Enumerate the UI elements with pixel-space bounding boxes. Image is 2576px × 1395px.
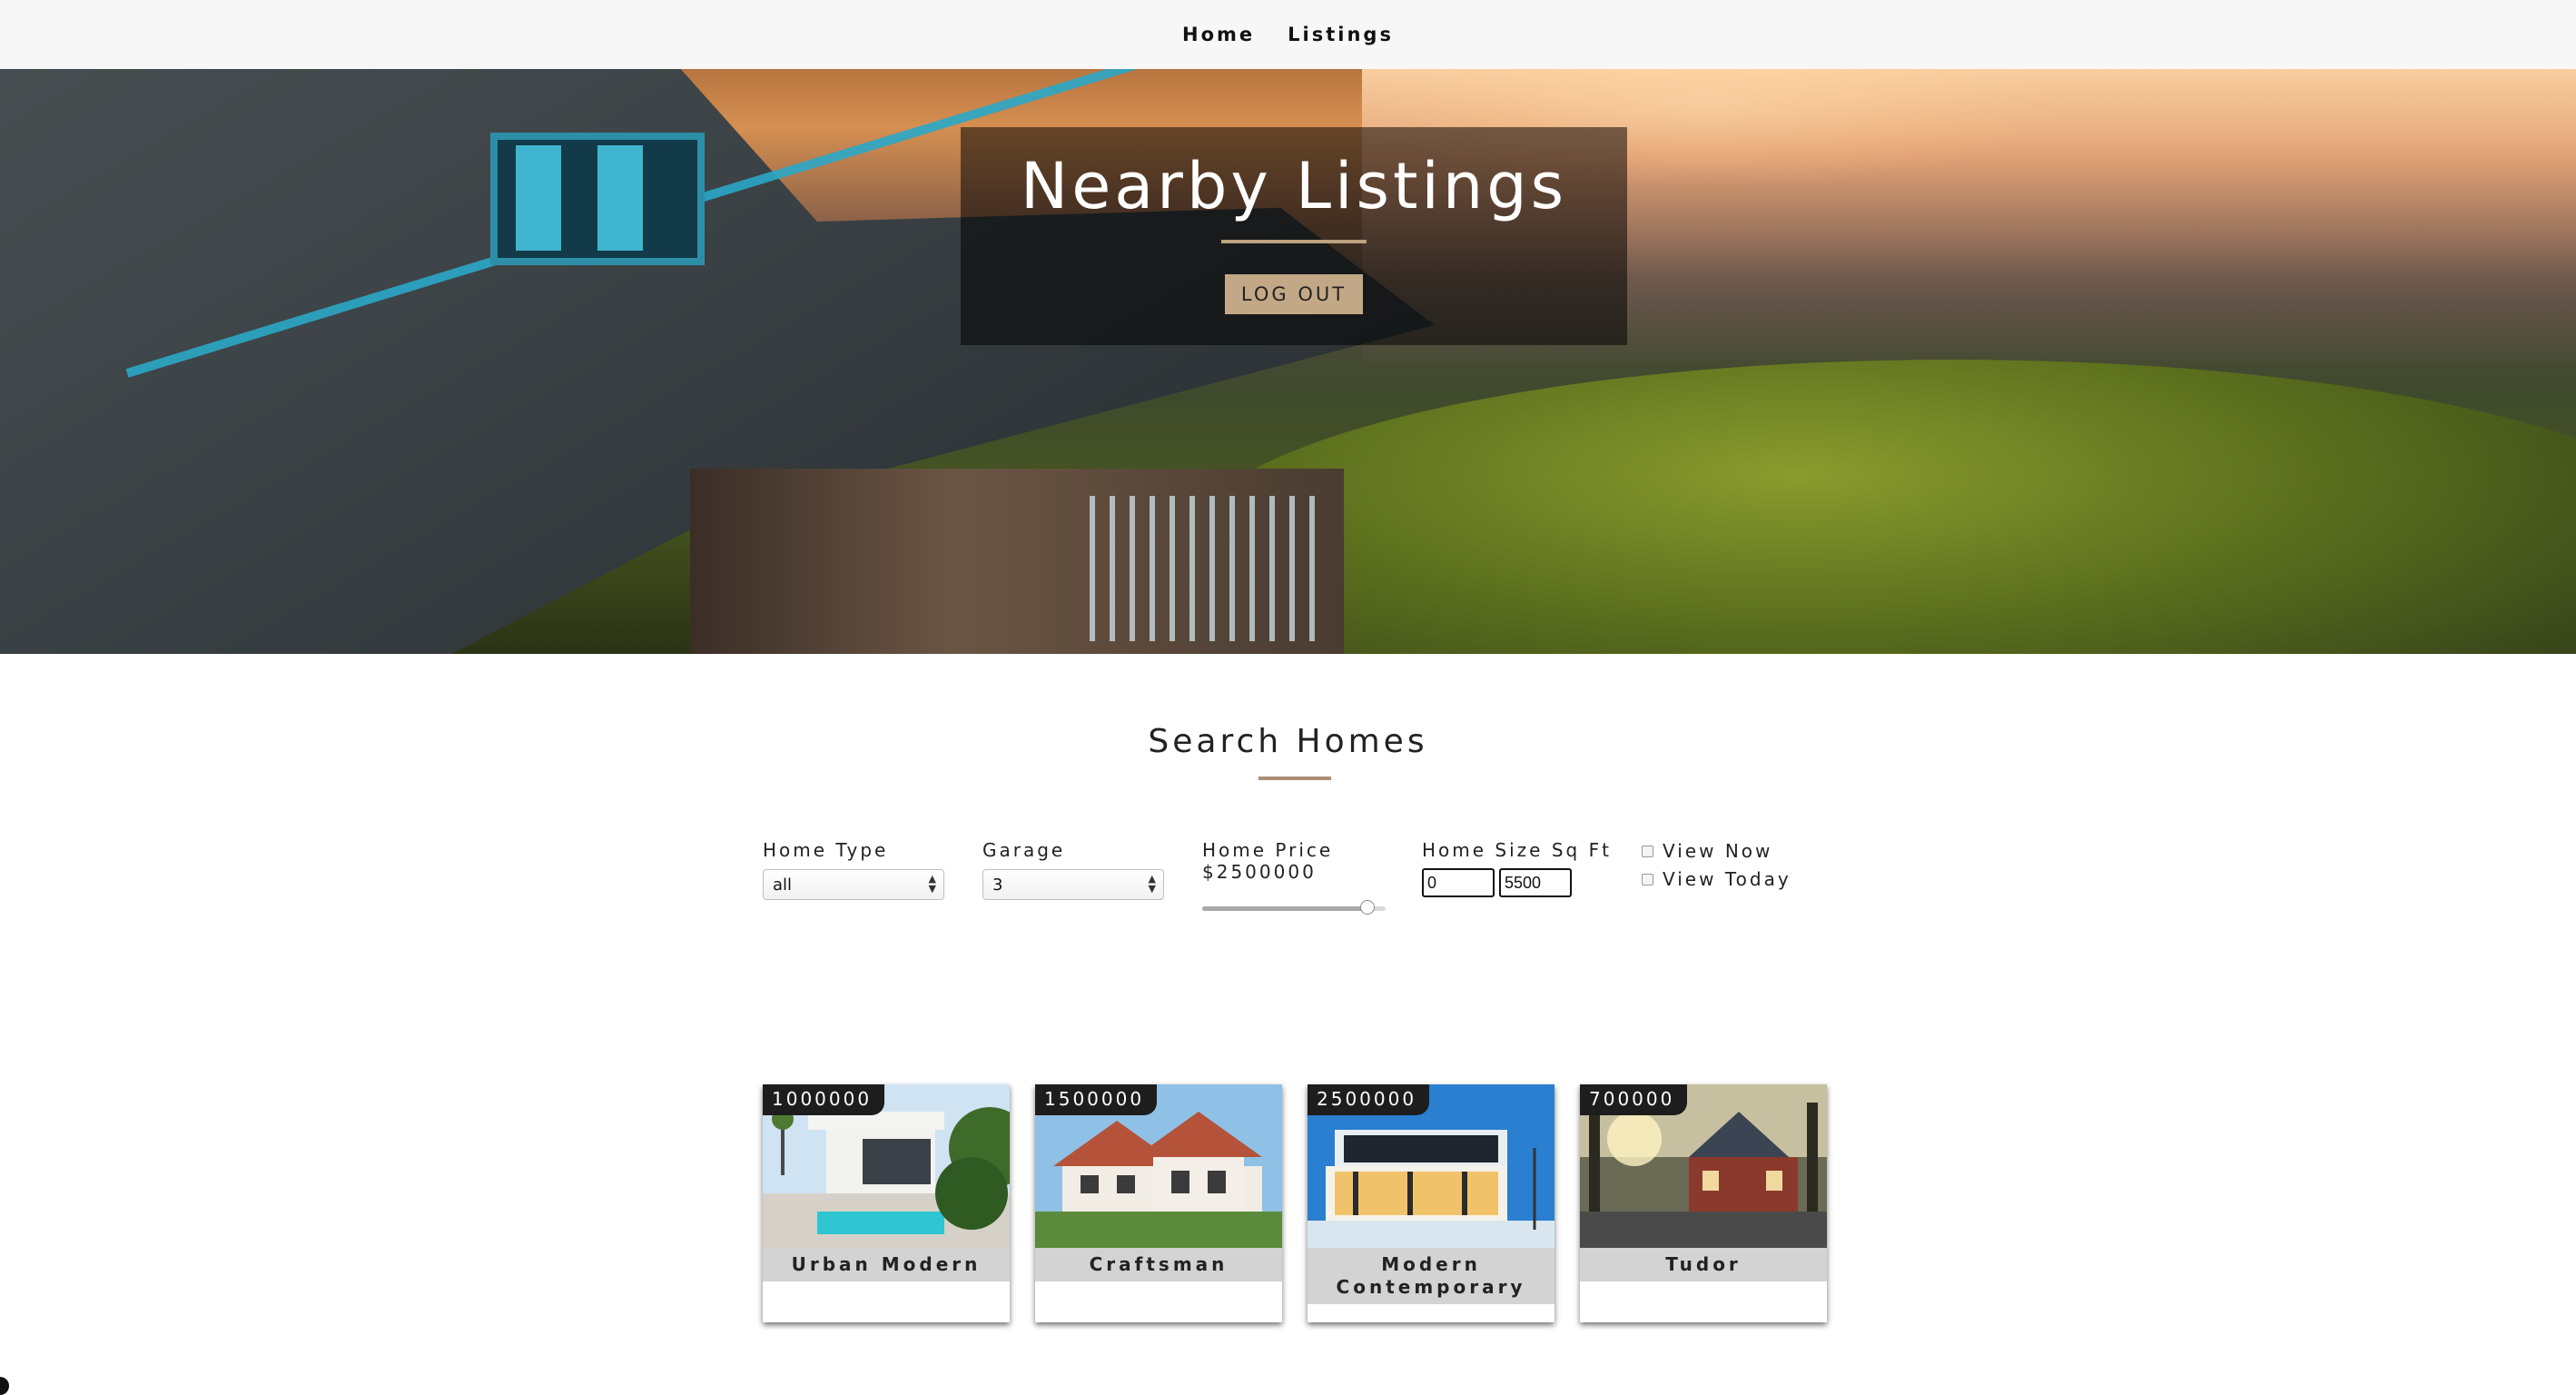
- garage-select[interactable]: 3 ▲ ▼: [982, 869, 1164, 900]
- listing-card[interactable]: 2500000 Modern Contemporary: [1308, 1084, 1554, 1322]
- home-price-label: Home Price: [1202, 839, 1334, 861]
- home-size-label: Home Size Sq Ft: [1422, 839, 1612, 861]
- home-size-max-input[interactable]: [1499, 868, 1572, 897]
- title-divider: [1221, 240, 1367, 243]
- listing-name: Urban Modern: [763, 1248, 1010, 1281]
- home-price-slider[interactable]: [1202, 900, 1386, 915]
- view-today-checkbox[interactable]: [1642, 873, 1653, 885]
- listing-name: Craftsman: [1035, 1248, 1282, 1281]
- listing-name: Modern Contemporary: [1308, 1248, 1554, 1304]
- nav-link-listings[interactable]: Listings: [1288, 24, 1394, 45]
- home-price-value: $2500000: [1202, 861, 1317, 883]
- search-title: Search Homes: [1148, 723, 1428, 760]
- search-title-divider: [1258, 777, 1331, 780]
- price-badge: 700000: [1580, 1084, 1688, 1115]
- hero-banner: Nearby Listings LOG OUT: [0, 69, 2576, 654]
- hero-porch-railing: [1090, 496, 1326, 641]
- price-badge: 1500000: [1035, 1084, 1158, 1115]
- top-nav: Home Listings: [0, 0, 2576, 69]
- view-now-option: View Now: [1642, 840, 1772, 862]
- home-type-value: all: [773, 876, 793, 895]
- listing-card[interactable]: 1000000 Urban Modern: [763, 1084, 1010, 1322]
- view-now-checkbox[interactable]: [1642, 845, 1653, 857]
- select-arrows-icon: ▲ ▼: [928, 873, 936, 895]
- garage-value: 3: [992, 876, 1003, 895]
- hero-hillside: [1180, 360, 2576, 654]
- home-type-select[interactable]: all ▲ ▼: [763, 869, 944, 900]
- listing-card[interactable]: 1500000 Craftsman: [1035, 1084, 1282, 1322]
- hero-dormer-window: [490, 133, 705, 265]
- slider-thumb[interactable]: [1359, 900, 1375, 915]
- view-today-label: View Today: [1663, 868, 1791, 890]
- nav-link-home[interactable]: Home: [1182, 24, 1255, 45]
- listing-card[interactable]: 700000 Tudor: [1580, 1084, 1827, 1322]
- hero-overlay: Nearby Listings LOG OUT: [961, 127, 1627, 345]
- slider-fill: [1202, 906, 1367, 911]
- page-title: Nearby Listings: [1020, 149, 1568, 223]
- price-badge: 1000000: [763, 1084, 885, 1115]
- view-today-option: View Today: [1642, 868, 1791, 890]
- view-now-label: View Now: [1663, 840, 1773, 862]
- home-size-min-input[interactable]: [1422, 868, 1495, 897]
- listing-name: Tudor: [1580, 1248, 1827, 1281]
- garage-label: Garage: [982, 839, 1066, 861]
- home-type-label: Home Type: [763, 839, 889, 861]
- corner-mark: [0, 1377, 9, 1395]
- logout-button[interactable]: LOG OUT: [1224, 274, 1364, 314]
- select-arrows-icon: ▲ ▼: [1148, 873, 1156, 895]
- price-badge: 2500000: [1308, 1084, 1430, 1115]
